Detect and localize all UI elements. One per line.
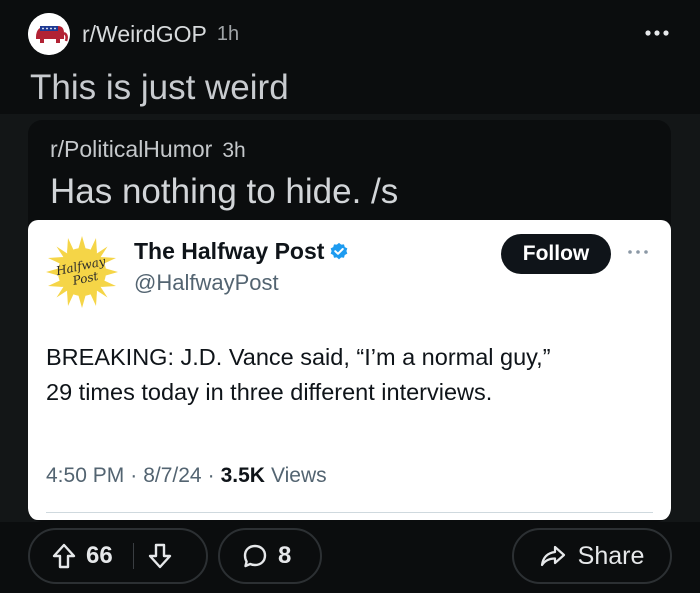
tweet-time: 4:50 PM	[46, 464, 125, 487]
more-horizontal-icon	[628, 250, 648, 254]
arrow-up-icon[interactable]	[52, 543, 76, 569]
tweet-divider	[46, 512, 653, 513]
comment-count: 8	[278, 542, 292, 569]
tweet-text-line: BREAKING: J.D. Vance said, “I’m a normal…	[46, 344, 551, 370]
tweet-text-line: 29 times today in three different interv…	[46, 379, 493, 405]
tweet-date: 8/7/24	[143, 464, 202, 487]
halfway-post-logo: Halfway Post	[46, 236, 118, 308]
crosspost-subreddit[interactable]: r/PoliticalHumor	[50, 136, 212, 163]
comments-button[interactable]: 8	[218, 528, 322, 584]
elephant-icon	[28, 13, 70, 55]
post-title[interactable]: This is just weird	[30, 68, 289, 108]
action-bar: 66 8 Share	[28, 528, 672, 584]
follow-button: Follow	[501, 234, 611, 274]
comment-bubble-icon	[243, 544, 267, 568]
crosspost-age: 3h	[222, 139, 246, 162]
vote-control: 66	[28, 528, 208, 584]
share-arrow-icon	[540, 545, 565, 567]
post-age: 1h	[216, 22, 240, 45]
tweet-text: BREAKING: J.D. Vance said, “I’m a normal…	[46, 340, 656, 410]
tweet-author-handle: @HalfwayPost	[134, 270, 279, 295]
tweet-author-name: The Halfway Post	[134, 238, 325, 264]
crosspost-header: r/PoliticalHumor 3h	[50, 136, 246, 163]
tweet-views-count: 3.5K	[220, 464, 265, 487]
tweet-author: The Halfway Post	[134, 238, 349, 265]
tweet-image[interactable]: Halfway Post The Halfway Post @HalfwayPo…	[28, 220, 671, 520]
post-header: r/WeirdGOP 1h	[28, 12, 672, 56]
share-label: Share	[577, 541, 645, 570]
crosspost-title[interactable]: Has nothing to hide. /s	[50, 172, 398, 212]
share-button[interactable]: Share	[512, 528, 672, 584]
tweet-meta: 4:50 PM · 8/7/24 · 3.5K Views	[46, 464, 327, 488]
vote-count: 66	[86, 542, 113, 569]
crosspost-card[interactable]: r/PoliticalHumor 3h Has nothing to hide.…	[28, 120, 671, 522]
meta-separator: ·	[130, 464, 138, 487]
vote-divider	[132, 543, 134, 569]
more-horizontal-icon	[645, 30, 669, 36]
subreddit-name[interactable]: r/WeirdGOP	[82, 21, 207, 48]
tweet-more-icon	[624, 242, 652, 262]
meta-separator: ·	[207, 464, 215, 487]
arrow-down-icon[interactable]	[148, 543, 172, 569]
more-options-button[interactable]	[642, 18, 672, 48]
tweet-views-label: Views	[270, 464, 327, 487]
subreddit-avatar[interactable]	[28, 13, 70, 55]
verified-badge-icon	[331, 242, 348, 259]
sunburst-logo-icon: Halfway Post	[46, 236, 118, 308]
